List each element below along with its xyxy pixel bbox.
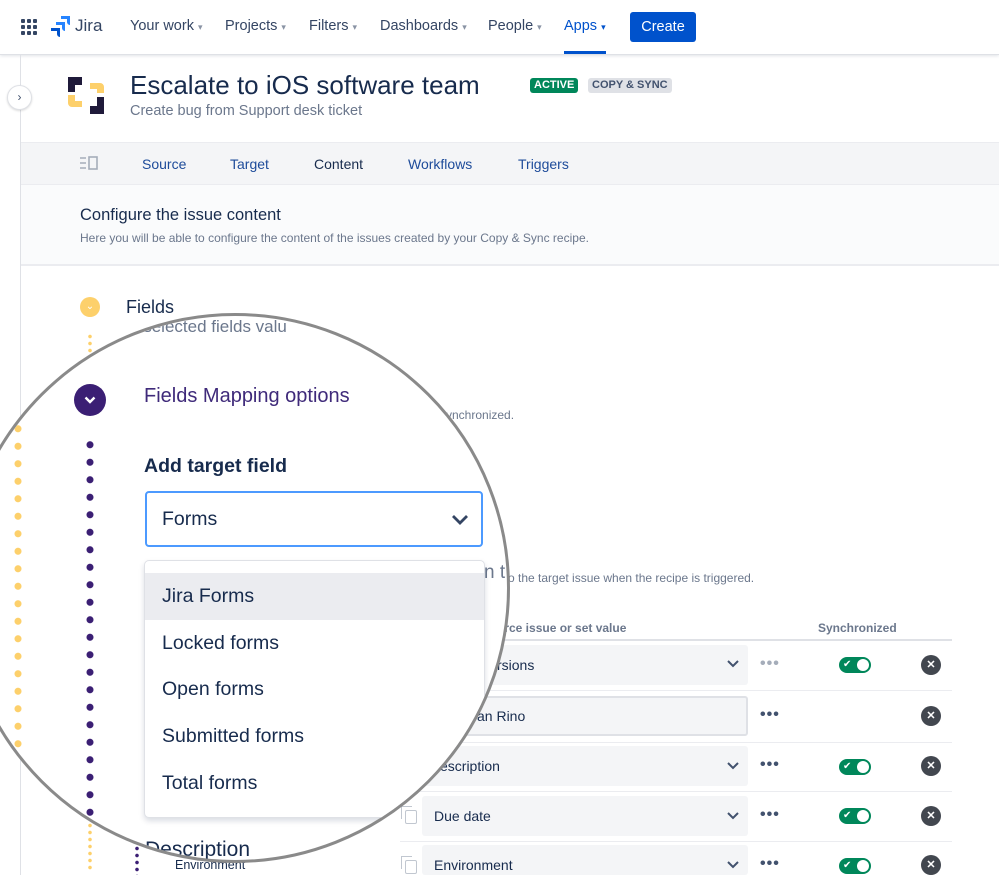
option-total-forms[interactable]: Total forms bbox=[145, 760, 484, 807]
page-subtitle: Create bug from Support desk ticket bbox=[130, 103, 363, 119]
option-open-forms[interactable]: Open forms bbox=[145, 666, 484, 713]
nav-apps[interactable]: Apps ▾ bbox=[564, 18, 606, 54]
fields-step-toggle-icon[interactable]: ⌄ bbox=[80, 297, 100, 317]
status-badge: ACTIVE bbox=[530, 78, 579, 93]
more-icon[interactable]: ••• bbox=[760, 655, 780, 673]
target-field-select[interactable]: Forms bbox=[145, 491, 483, 547]
chevron-down-icon bbox=[84, 396, 96, 404]
remove-icon[interactable]: ✕ bbox=[921, 655, 941, 675]
tab-triggers[interactable]: Triggers bbox=[518, 156, 569, 172]
option-jira-forms[interactable]: Jira Forms bbox=[145, 573, 484, 620]
nav-label: Projects bbox=[225, 18, 278, 34]
fields-step-description: y selected fields valu bbox=[130, 317, 287, 336]
tab-content[interactable]: Content bbox=[314, 156, 363, 172]
chevron-down-icon bbox=[727, 812, 739, 820]
remove-icon[interactable]: ✕ bbox=[921, 756, 941, 776]
sidebar-toggle-icon[interactable] bbox=[79, 156, 98, 170]
chevron-down-icon bbox=[727, 762, 739, 770]
mapping-step-toggle[interactable] bbox=[74, 384, 106, 416]
config-section: Configure the issue content Here you wil… bbox=[21, 185, 999, 266]
nav-label: Filters bbox=[309, 18, 349, 34]
mapping-title: Fields Mapping options bbox=[144, 385, 350, 407]
nav-filters[interactable]: Filters ▾ bbox=[309, 18, 357, 34]
chevron-down-icon: ▾ bbox=[537, 22, 542, 32]
jira-logo-icon bbox=[51, 16, 70, 37]
sync-toggle[interactable]: ✔ bbox=[839, 808, 871, 824]
step-connector bbox=[86, 436, 94, 836]
chevron-down-icon bbox=[727, 660, 739, 668]
nav-people[interactable]: People ▾ bbox=[488, 18, 542, 34]
config-description: Here you will be able to configure the c… bbox=[80, 231, 589, 245]
nav-your-work[interactable]: Your work ▾ bbox=[130, 18, 202, 34]
add-target-field-label: Add target field bbox=[144, 455, 288, 477]
chevron-down-icon: ▾ bbox=[197, 22, 203, 32]
config-title: Configure the issue content bbox=[80, 206, 281, 224]
more-icon[interactable]: ••• bbox=[760, 756, 780, 774]
step-connector bbox=[14, 420, 22, 750]
chevron-down-icon bbox=[452, 515, 468, 525]
page-title: Escalate to iOS software team bbox=[130, 70, 480, 100]
nav-label: People bbox=[488, 18, 534, 34]
chevron-down-icon: ▾ bbox=[601, 22, 606, 32]
recipe-logo-icon bbox=[68, 77, 104, 114]
option-locked-forms[interactable]: Locked forms bbox=[145, 620, 484, 667]
chevron-down-icon: ▾ bbox=[281, 22, 286, 32]
product-name: Jira bbox=[75, 16, 103, 35]
nav-label: Apps bbox=[564, 18, 598, 34]
tab-target[interactable]: Target bbox=[230, 156, 269, 172]
chevron-down-icon bbox=[727, 861, 739, 869]
next-section-title: Description bbox=[145, 838, 251, 861]
nav-label: Dashboards bbox=[380, 18, 459, 34]
app-switcher-icon[interactable] bbox=[21, 19, 37, 35]
col-source-header: urce issue or set value bbox=[497, 621, 627, 635]
tab-source[interactable]: Source bbox=[142, 156, 186, 172]
recipe-tabs: Source Target Content Workflows Triggers bbox=[21, 142, 999, 185]
fields-step-title: Fields bbox=[126, 297, 175, 317]
create-button[interactable]: Create bbox=[630, 12, 696, 42]
target-field-dropdown: Jira Forms Locked forms Open forms Submi… bbox=[144, 560, 485, 818]
section-description: o the target issue when the recipe is tr… bbox=[508, 571, 755, 585]
sync-toggle[interactable]: ✔ bbox=[839, 858, 871, 874]
remove-icon[interactable]: ✕ bbox=[921, 855, 941, 875]
nav-projects[interactable]: Projects ▾ bbox=[225, 18, 286, 34]
more-icon[interactable]: ••• bbox=[760, 706, 780, 724]
nav-label: Your work bbox=[130, 18, 194, 34]
expand-sidebar-button[interactable]: › bbox=[7, 85, 32, 110]
type-badge: COPY & SYNC bbox=[588, 78, 672, 93]
sync-toggle[interactable]: ✔ bbox=[839, 657, 871, 673]
chevron-down-icon: ▾ bbox=[462, 22, 467, 32]
select-value: Forms bbox=[162, 508, 218, 530]
jira-logo[interactable]: Jira bbox=[51, 16, 102, 43]
tab-workflows[interactable]: Workflows bbox=[408, 156, 472, 172]
more-icon[interactable]: ••• bbox=[760, 806, 780, 824]
nav-dashboards[interactable]: Dashboards ▾ bbox=[380, 18, 467, 34]
col-sync-header: Synchronized bbox=[818, 621, 897, 635]
remove-icon[interactable]: ✕ bbox=[921, 706, 941, 726]
copy-icon[interactable] bbox=[401, 856, 417, 874]
more-icon[interactable]: ••• bbox=[760, 855, 780, 873]
sync-toggle[interactable]: ✔ bbox=[839, 759, 871, 775]
remove-icon[interactable]: ✕ bbox=[921, 806, 941, 826]
section-title-fragment: n t bbox=[484, 562, 506, 583]
chevron-down-icon: ▾ bbox=[352, 22, 358, 32]
option-submitted-forms[interactable]: Submitted forms bbox=[145, 713, 484, 760]
magnifier-lens: y selected fields valu Fields Mapping op… bbox=[0, 313, 510, 863]
top-nav: Jira Your work ▾ Projects ▾ Filters ▾ Dashb… bbox=[0, 0, 999, 55]
